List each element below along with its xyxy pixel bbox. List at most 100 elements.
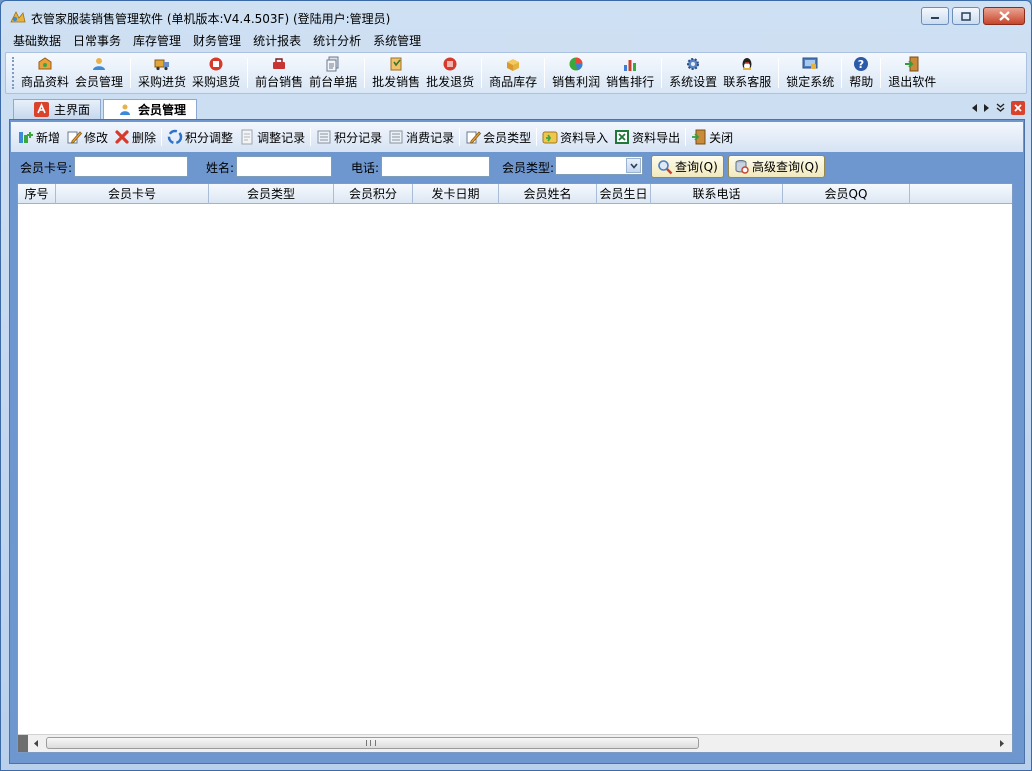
toolbar-separator bbox=[130, 58, 132, 88]
column-header-member-name[interactable]: 会员姓名 bbox=[499, 184, 597, 204]
query-button[interactable]: 查询(Q) bbox=[651, 155, 724, 178]
column-header-index[interactable]: 序号 bbox=[18, 184, 56, 204]
column-header-phone[interactable]: 联系电话 bbox=[651, 184, 783, 204]
column-header-birthday[interactable]: 会员生日 bbox=[597, 184, 651, 204]
member-type-select[interactable] bbox=[555, 156, 643, 175]
tab-scroll-left-icon[interactable] bbox=[972, 104, 978, 112]
scroll-left-button[interactable] bbox=[32, 739, 40, 748]
title-bar[interactable]: 衣管家服装销售管理软件 (单机版本:V4.4.503F) (登陆用户:管理员) bbox=[1, 1, 1031, 32]
database-search-icon bbox=[735, 159, 749, 174]
name-input[interactable] bbox=[236, 156, 332, 177]
export-button[interactable]: 资料导出 bbox=[611, 129, 683, 146]
toolbar-profit-button[interactable]: 销售利润 bbox=[549, 53, 603, 93]
close-window-button[interactable] bbox=[983, 7, 1025, 25]
horizontal-scrollbar[interactable] bbox=[18, 734, 1012, 752]
menu-system[interactable]: 系统管理 bbox=[367, 32, 427, 50]
add-icon bbox=[19, 132, 33, 143]
truck-icon bbox=[154, 59, 170, 71]
toolbar-support-button[interactable]: 联系客服 bbox=[720, 53, 774, 93]
toolbar-stock-button[interactable]: 商品库存 bbox=[486, 53, 540, 93]
menu-finance[interactable]: 财务管理 bbox=[187, 32, 247, 50]
card-number-input[interactable] bbox=[74, 156, 188, 177]
toolbar-separator bbox=[161, 128, 163, 146]
menu-daily-affairs[interactable]: 日常事务 bbox=[67, 32, 127, 50]
pie-chart-icon bbox=[569, 57, 583, 71]
toolbar-purchase-button[interactable]: 采购进货 bbox=[135, 53, 189, 93]
main-toolbar: 商品资料 会员管理 采购进货 采购退货 前台销售 前台单据 批发销售 批发退货 … bbox=[5, 52, 1027, 94]
toolbar-pos-receipt-button[interactable]: 前台单据 bbox=[306, 53, 360, 93]
toolbar-wholesale-button[interactable]: 批发销售 bbox=[369, 53, 423, 93]
scroll-right-button[interactable] bbox=[998, 739, 1006, 748]
toolbar-exit-button[interactable]: 退出软件 bbox=[885, 53, 939, 93]
menu-basic-data[interactable]: 基础数据 bbox=[7, 32, 67, 50]
name-label: 姓名: bbox=[206, 161, 235, 175]
wholesale-return-icon bbox=[443, 57, 457, 71]
menu-analysis[interactable]: 统计分析 bbox=[307, 32, 367, 50]
column-header-issue-date[interactable]: 发卡日期 bbox=[413, 184, 499, 204]
toolbar-ranking-button[interactable]: 销售排行 bbox=[603, 53, 657, 93]
toolbar-separator bbox=[841, 58, 843, 88]
column-header-qq[interactable]: 会员QQ bbox=[783, 184, 910, 204]
member-tab-icon bbox=[120, 104, 130, 115]
column-header-card-number[interactable]: 会员卡号 bbox=[56, 184, 209, 204]
exit-icon bbox=[905, 56, 919, 72]
adjust-record-button[interactable]: 调整记录 bbox=[236, 129, 308, 146]
menu-inventory[interactable]: 库存管理 bbox=[127, 32, 187, 50]
member-table: 序号 会员卡号 会员类型 会员积分 发卡日期 会员姓名 会员生日 联系电话 会员… bbox=[17, 183, 1013, 753]
close-panel-button[interactable]: 关闭 bbox=[688, 129, 736, 146]
add-button[interactable]: 新增 bbox=[15, 129, 63, 146]
toolbar-grip[interactable] bbox=[12, 57, 15, 89]
import-button[interactable]: 资料导入 bbox=[539, 129, 611, 146]
qq-icon bbox=[742, 58, 752, 70]
menu-reports[interactable]: 统计报表 bbox=[247, 32, 307, 50]
minimize-button[interactable] bbox=[921, 7, 949, 25]
phone-input[interactable] bbox=[381, 156, 490, 177]
toolbar-member-button[interactable]: 会员管理 bbox=[72, 53, 126, 93]
column-header-points[interactable]: 会员积分 bbox=[334, 184, 413, 204]
column-header-member-type[interactable]: 会员类型 bbox=[209, 184, 334, 204]
close-icon bbox=[998, 11, 1010, 21]
toolbar-separator bbox=[544, 58, 546, 88]
toolbar-wholesale-return-button[interactable]: 批发退货 bbox=[423, 53, 477, 93]
scrollbar-corner bbox=[18, 735, 28, 752]
dropdown-button[interactable] bbox=[626, 158, 641, 173]
toolbar-goods-button[interactable]: 商品资料 bbox=[18, 53, 72, 93]
points-adjust-icon bbox=[167, 129, 183, 145]
toolbar-help-button[interactable]: ? 帮助 bbox=[846, 53, 876, 93]
consume-record-button[interactable]: 消费记录 bbox=[385, 129, 457, 146]
toolbar-pos-sale-button[interactable]: 前台销售 bbox=[252, 53, 306, 93]
tab-member-label: 会员管理 bbox=[138, 103, 187, 117]
table-header: 序号 会员卡号 会员类型 会员积分 发卡日期 会员姓名 会员生日 联系电话 会员… bbox=[18, 184, 1012, 204]
import-icon bbox=[542, 131, 558, 144]
menu-bar: 基础数据 日常事务 库存管理 财务管理 统计报表 统计分析 系统管理 bbox=[1, 32, 1031, 50]
app-logo-icon bbox=[10, 11, 26, 23]
return-icon bbox=[209, 57, 223, 71]
scrollbar-thumb[interactable] bbox=[46, 737, 699, 749]
tab-list-icon[interactable] bbox=[996, 103, 1005, 113]
search-icon bbox=[658, 159, 673, 174]
member-type-icon bbox=[466, 131, 482, 144]
edit-button[interactable]: 修改 bbox=[63, 129, 111, 146]
home-icon bbox=[34, 102, 49, 117]
delete-icon bbox=[115, 130, 129, 144]
toolbar-settings-button[interactable]: 系统设置 bbox=[666, 53, 720, 93]
maximize-button[interactable] bbox=[952, 7, 980, 25]
toolbar-purchase-return-button[interactable]: 采购退货 bbox=[189, 53, 243, 93]
advanced-query-button[interactable]: 高级查询(Q) bbox=[728, 155, 825, 178]
member-type-button[interactable]: 会员类型 bbox=[462, 129, 534, 146]
close-icon bbox=[1014, 104, 1022, 112]
toolbar-lock-button[interactable]: 锁定系统 bbox=[783, 53, 837, 93]
phone-label: 电话: bbox=[351, 161, 380, 175]
tab-member-management[interactable]: 会员管理 bbox=[103, 99, 197, 119]
tab-close-button[interactable] bbox=[1011, 101, 1025, 115]
delete-button[interactable]: 删除 bbox=[111, 129, 159, 146]
points-adjust-button[interactable]: 积分调整 bbox=[164, 129, 236, 146]
toolbar-separator bbox=[481, 58, 483, 88]
stock-icon bbox=[507, 59, 520, 71]
tab-scroll-right-icon[interactable] bbox=[984, 104, 990, 112]
app-window: 衣管家服装销售管理软件 (单机版本:V4.4.503F) (登陆用户:管理员) … bbox=[0, 0, 1032, 771]
adjust-record-icon bbox=[241, 129, 253, 145]
points-record-icon bbox=[317, 130, 331, 144]
points-record-button[interactable]: 积分记录 bbox=[313, 129, 385, 146]
tab-home[interactable]: 主界面 bbox=[13, 99, 101, 119]
